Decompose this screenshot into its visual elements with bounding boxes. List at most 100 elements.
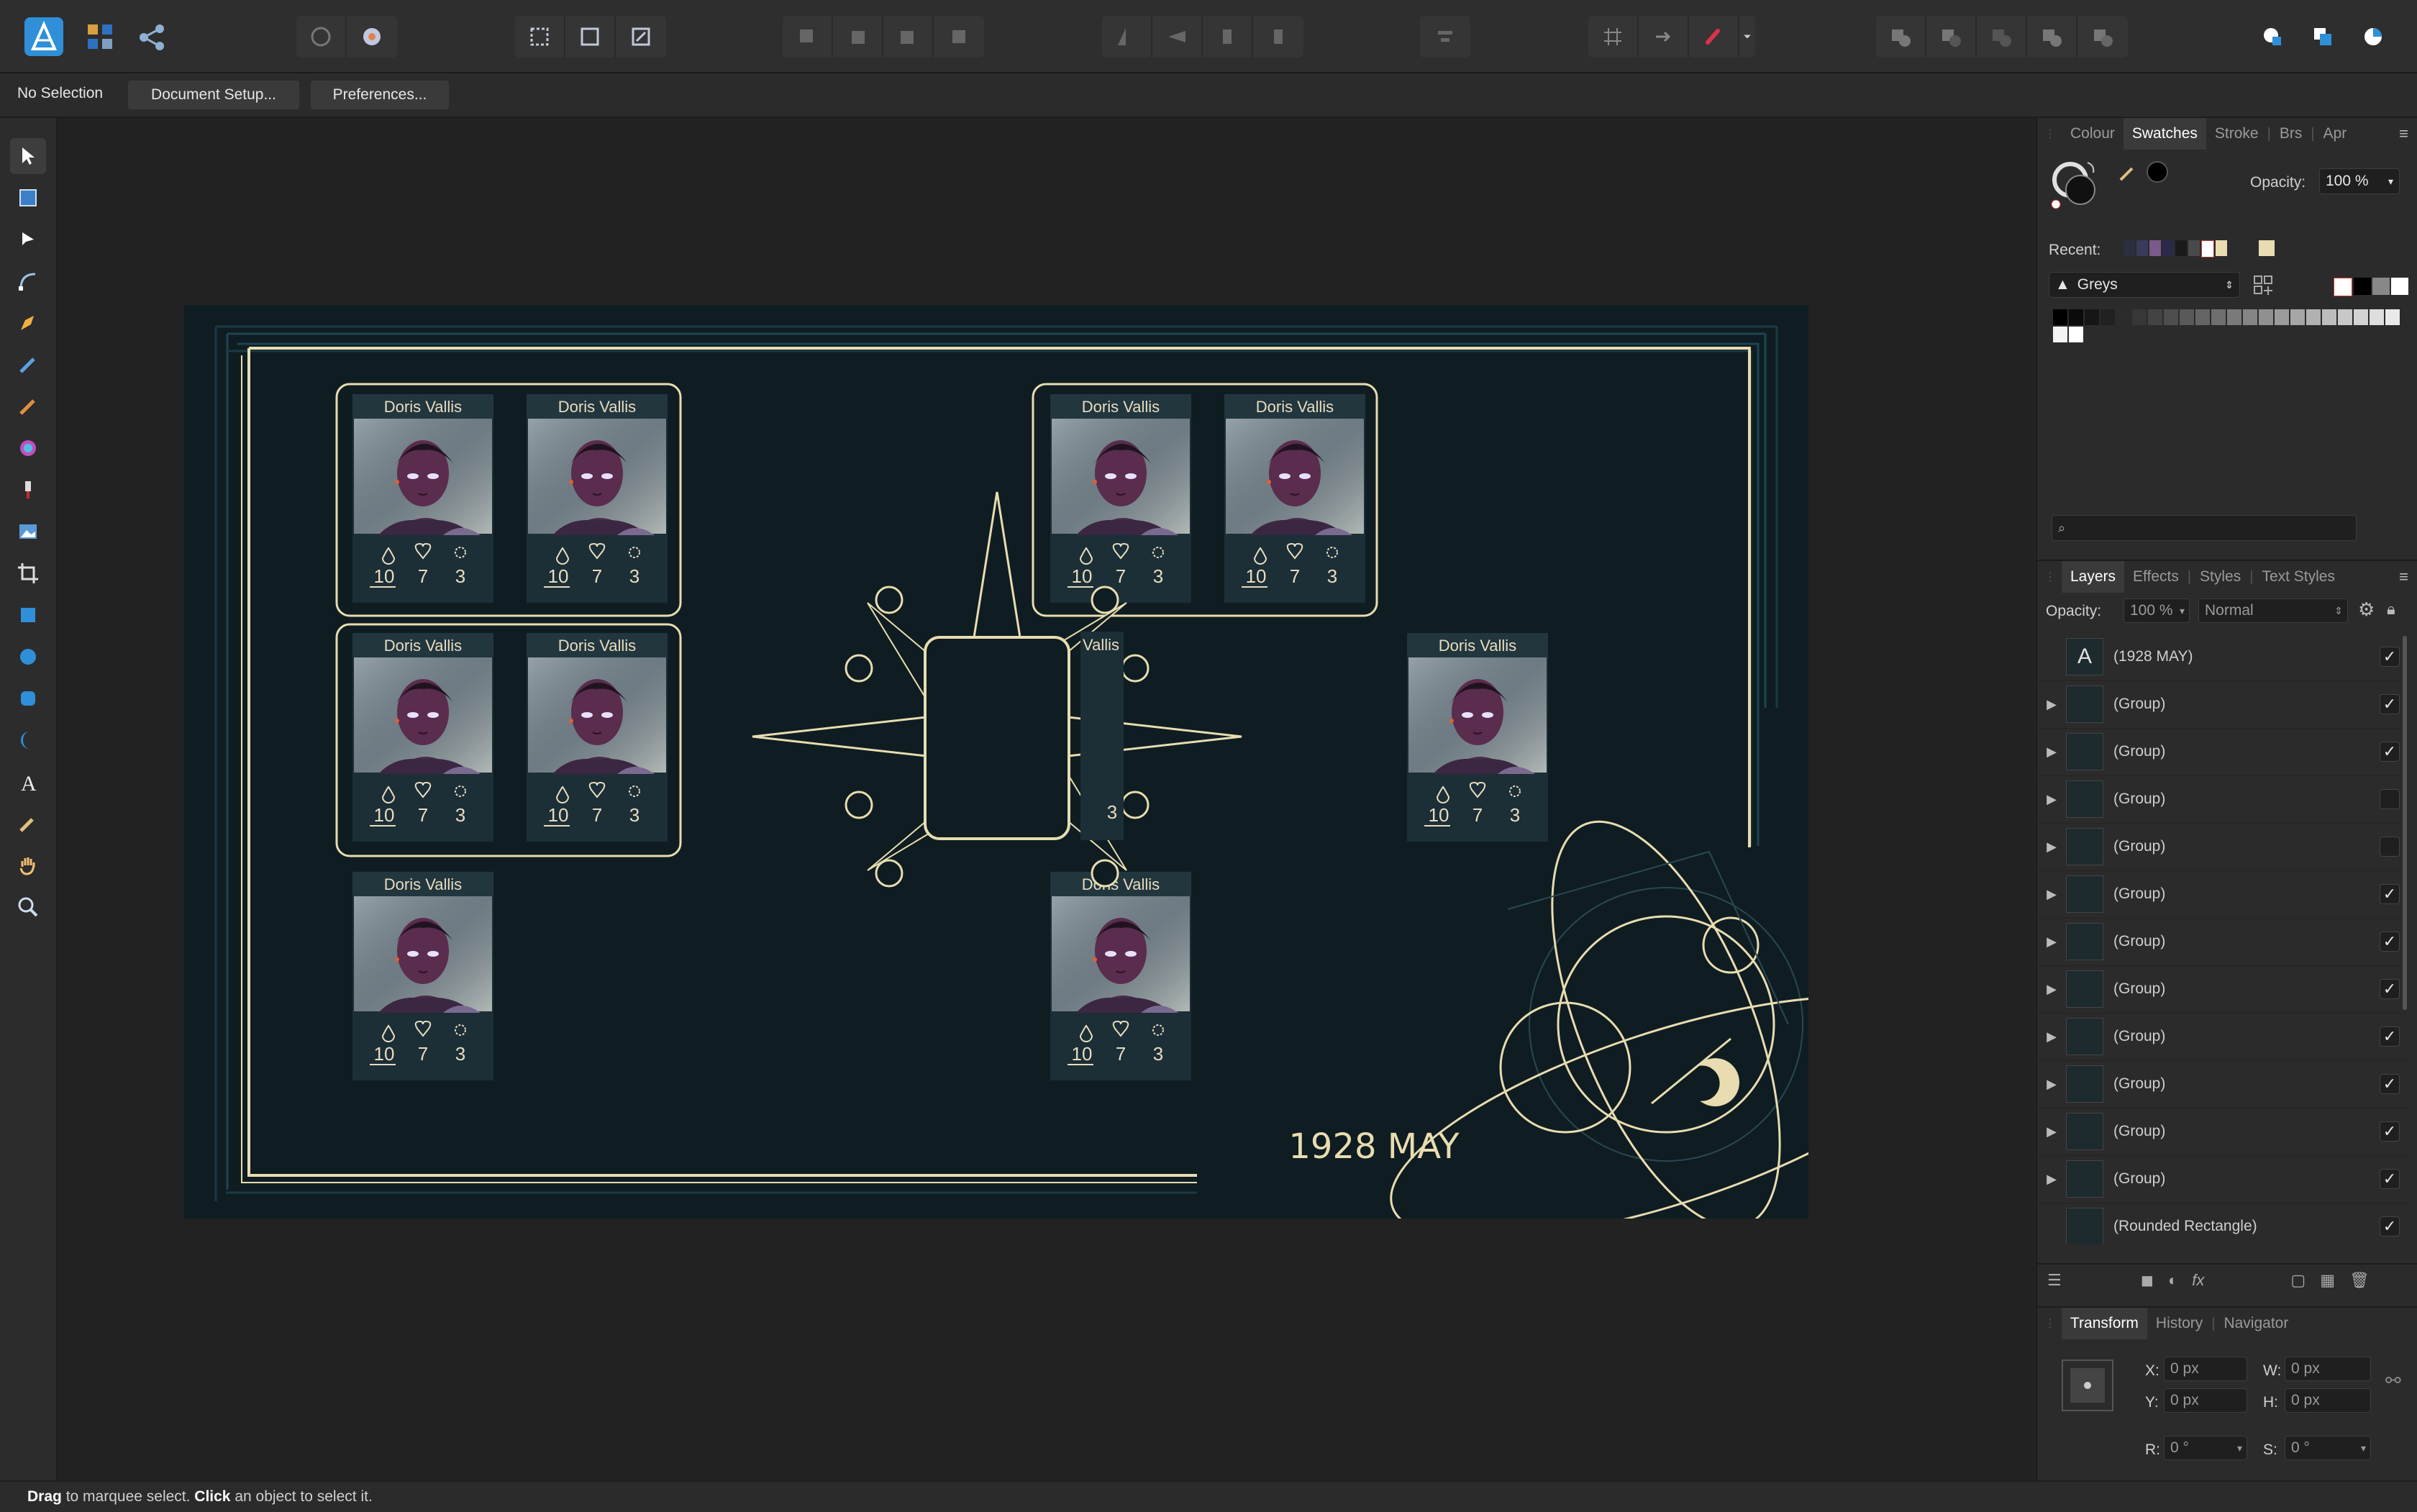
expand-arrow-icon[interactable]: ▶ [2037, 1029, 2066, 1044]
swatch[interactable] [2243, 309, 2257, 325]
expand-arrow-icon[interactable]: ▶ [2037, 697, 2066, 712]
expand-arrow-icon[interactable]: ▶ [2037, 1124, 2066, 1139]
move-to-front-icon[interactable] [934, 16, 984, 58]
tab-styles[interactable]: Styles [2191, 561, 2249, 593]
layers-scrollbar[interactable] [2403, 636, 2407, 1010]
add-layer-icon[interactable]: ▢ [2290, 1271, 2306, 1290]
palette-select[interactable]: ▲ Greys ⇕ [2049, 272, 2240, 298]
expand-arrow-icon[interactable]: ▶ [2037, 982, 2066, 997]
crop-tool-icon[interactable] [10, 555, 46, 591]
swatch[interactable] [2132, 309, 2147, 325]
swatch-search-input[interactable]: ⌕ [2052, 515, 2357, 541]
layer-row[interactable]: ▶ (Group) ✓ [2037, 918, 2408, 966]
align-icon[interactable] [1420, 16, 1470, 58]
x-field[interactable]: 0 px [2164, 1357, 2247, 1381]
y-field[interactable]: 0 px [2164, 1388, 2247, 1413]
tab-text-styles[interactable]: Text Styles [2253, 561, 2344, 593]
swatch[interactable] [2385, 309, 2400, 325]
swatch[interactable] [2069, 309, 2083, 325]
tab-appearance[interactable]: Apr [2315, 118, 2356, 150]
character-card[interactable]: Doris Vallis10 7 3 [352, 632, 494, 842]
swatch[interactable] [2227, 309, 2241, 325]
pencil-tool-icon[interactable] [10, 347, 46, 383]
character-card[interactable]: Doris Vallis10 7 3 [1050, 393, 1192, 604]
swatch[interactable] [2306, 309, 2321, 325]
select-all-icon[interactable] [515, 16, 565, 58]
layer-row[interactable]: ▶ (Group) ✓ [2037, 680, 2408, 729]
color-picker-tool-icon[interactable] [10, 806, 46, 842]
symbols-icon[interactable] [347, 16, 397, 58]
rotation-field[interactable]: 0 ° ▾ [2164, 1436, 2247, 1460]
mask-icon[interactable]: ◼ [2141, 1271, 2154, 1290]
vector-brush-tool-icon[interactable] [10, 388, 46, 424]
text-tool-icon[interactable]: A [10, 764, 46, 800]
pen-tool-icon[interactable] [10, 305, 46, 341]
move-forward-one-icon[interactable] [883, 16, 934, 58]
date-text[interactable]: 1928 MAY [1288, 1126, 1460, 1167]
layer-row[interactable]: ▶ (Group) ✓ [2037, 1060, 2408, 1108]
swatch-grid[interactable] [2053, 309, 2413, 342]
select-bounds-icon[interactable] [565, 16, 616, 58]
tab-layers[interactable]: Layers [2062, 561, 2125, 593]
visibility-checkbox[interactable]: ✓ [2380, 647, 2400, 667]
link-icon[interactable]: ⚯ [2385, 1370, 2401, 1392]
layer-row[interactable]: ▶ (Group) [2037, 775, 2408, 824]
visibility-checkbox[interactable]: ✓ [2380, 1216, 2400, 1237]
gear-icon[interactable]: ⚙ [2358, 598, 2375, 621]
tab-brushes[interactable]: Brs [2271, 118, 2311, 150]
visibility-checkbox[interactable]: ✓ [2380, 694, 2400, 714]
palette-options-icon[interactable] [2253, 275, 2275, 296]
tab-navigator[interactable]: Navigator [2215, 1308, 2297, 1339]
recent-swatches[interactable] [2124, 240, 2275, 258]
rectangle-tool-icon[interactable] [10, 597, 46, 633]
swatch[interactable] [2370, 309, 2384, 325]
swatch[interactable] [2085, 309, 2099, 325]
rounded-rectangle-tool-icon[interactable] [10, 680, 46, 716]
quick-swatches[interactable] [2334, 278, 2408, 296]
group-icon[interactable]: ▦ [2320, 1271, 2335, 1290]
swatch[interactable] [2069, 327, 2083, 342]
character-card[interactable]: Doris Vallis10 7 3 [1224, 393, 1366, 604]
swatch[interactable] [2354, 309, 2368, 325]
snapping-magnet-icon[interactable] [1689, 16, 1739, 58]
zoom-tool-icon[interactable] [10, 889, 46, 925]
character-card[interactable]: Doris Vallis10 7 3 [1050, 871, 1192, 1081]
expand-arrow-icon[interactable]: ▶ [2037, 1172, 2066, 1187]
subtract-icon[interactable] [1926, 16, 1977, 58]
shear-field[interactable]: 0 ° ▾ [2285, 1436, 2371, 1460]
lock-icon[interactable]: 🔒︎ [2387, 600, 2395, 619]
swatch[interactable] [2116, 309, 2131, 325]
visibility-checkbox[interactable] [2380, 837, 2400, 857]
move-back-one-icon[interactable] [833, 16, 883, 58]
rotate-left-icon[interactable] [1203, 16, 1253, 58]
character-card[interactable]: Doris Vallis10 7 3 [1406, 632, 1549, 842]
export-persona-icon[interactable] [2298, 16, 2348, 58]
fill-tool-icon[interactable] [10, 430, 46, 466]
expand-arrow-icon[interactable]: ▶ [2037, 1077, 2066, 1092]
swatch[interactable] [2148, 309, 2162, 325]
visibility-checkbox[interactable]: ✓ [2380, 1121, 2400, 1142]
designer-persona-icon[interactable] [85, 22, 117, 53]
move-to-back-icon[interactable] [783, 16, 833, 58]
swatch[interactable] [2053, 309, 2067, 325]
view-persona-icon[interactable] [2348, 16, 2398, 58]
transform-mode-icon[interactable] [616, 16, 666, 58]
visibility-checkbox[interactable]: ✓ [2380, 884, 2400, 904]
layer-row[interactable]: ▶ (Group) ✓ [2037, 1108, 2408, 1156]
swatch[interactable] [2259, 309, 2273, 325]
character-card[interactable]: Doris Vallis10 7 3 [352, 393, 494, 604]
partial-card[interactable]: Vallis 3 [1080, 632, 1124, 840]
rotate-right-icon[interactable] [1253, 16, 1303, 58]
tab-colour[interactable]: Colour [2062, 118, 2124, 150]
current-colour-swatch[interactable] [2147, 161, 2168, 183]
swatch[interactable] [2290, 309, 2305, 325]
layer-row[interactable]: A (1928 MAY) ✓ [2037, 633, 2408, 681]
fx-icon[interactable]: fx [2192, 1271, 2204, 1290]
xor-icon[interactable] [2027, 16, 2077, 58]
character-card[interactable]: Doris Vallis10 7 3 [352, 871, 494, 1081]
eyedropper-icon[interactable] [2118, 161, 2139, 183]
swatch[interactable] [2195, 309, 2210, 325]
tab-swatches[interactable]: Swatches [2123, 118, 2206, 150]
adjustment-icon[interactable]: ◐ [2168, 1271, 2177, 1290]
ellipse-tool-icon[interactable] [10, 639, 46, 675]
